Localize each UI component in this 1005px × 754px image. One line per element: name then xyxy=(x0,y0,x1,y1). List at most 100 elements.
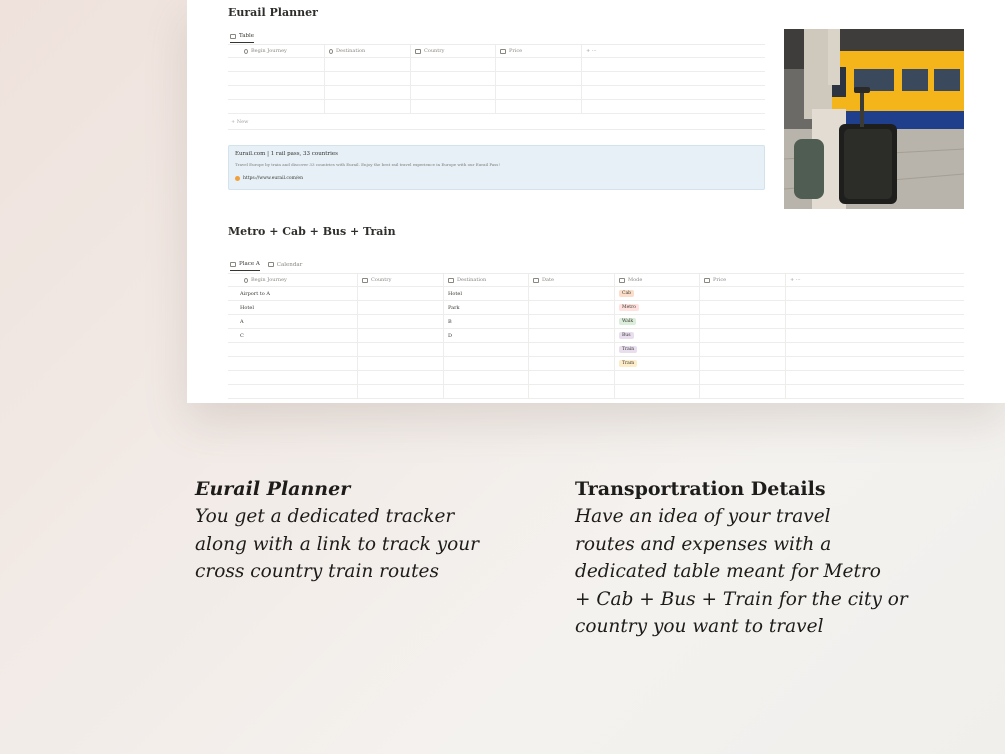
empty-cell[interactable] xyxy=(700,371,786,384)
empty-cell[interactable] xyxy=(615,385,700,398)
cell-mode[interactable]: Cab xyxy=(615,287,700,300)
table-row[interactable]: A B Walk xyxy=(228,315,964,329)
calendar-icon xyxy=(533,277,539,283)
cell-price[interactable] xyxy=(700,315,786,328)
tab-calendar[interactable]: Calendar xyxy=(267,261,303,271)
cell-price[interactable] xyxy=(700,343,786,356)
cell-text: D xyxy=(448,332,453,339)
cell-text: A xyxy=(240,318,244,325)
add-column-button[interactable]: + ··· xyxy=(786,274,964,286)
cell-destination[interactable] xyxy=(444,357,529,370)
cell-price[interactable] xyxy=(700,329,786,342)
cell-date[interactable] xyxy=(529,315,615,328)
cell-mode[interactable]: Tram xyxy=(615,357,700,370)
cell-destination[interactable] xyxy=(444,343,529,356)
table-row[interactable]: Airport to A Hotel Cab xyxy=(228,287,964,301)
table-row[interactable] xyxy=(228,58,765,72)
cell-country[interactable] xyxy=(358,357,444,370)
empty-cell[interactable] xyxy=(786,287,964,300)
cell-begin[interactable]: C xyxy=(228,329,358,342)
empty-cell[interactable] xyxy=(700,385,786,398)
cell-date[interactable] xyxy=(529,287,615,300)
bookmark-card[interactable]: Eurail.com | 1 rail pass, 33 countries T… xyxy=(228,145,765,190)
caption-transport: Transportration Details Have an idea of … xyxy=(575,476,975,641)
cell-mode[interactable]: Walk xyxy=(615,315,700,328)
empty-cell[interactable] xyxy=(529,371,615,384)
eurail-table: Begin Journey Destination Country Price … xyxy=(228,45,765,114)
cell-destination[interactable]: D xyxy=(444,329,529,342)
cell-date[interactable] xyxy=(529,329,615,342)
cell-date[interactable] xyxy=(529,357,615,370)
cell-date[interactable] xyxy=(529,301,615,314)
table-row[interactable] xyxy=(228,72,765,86)
cell-begin[interactable] xyxy=(228,343,358,356)
column-header-destination[interactable]: Destination xyxy=(325,45,411,57)
cell-begin[interactable]: Airport to A xyxy=(228,287,358,300)
cell-begin[interactable] xyxy=(228,357,358,370)
column-header-begin[interactable]: Begin Journey xyxy=(228,45,325,57)
cell-price[interactable] xyxy=(700,357,786,370)
empty-cell[interactable] xyxy=(228,385,358,398)
cell-mode[interactable]: Bus xyxy=(615,329,700,342)
caption-line: dedicated table meant for Metro xyxy=(575,561,881,582)
column-header-date[interactable]: Date xyxy=(529,274,615,286)
cell-begin[interactable]: A xyxy=(228,315,358,328)
empty-cell[interactable] xyxy=(358,385,444,398)
table-icon xyxy=(230,261,236,267)
tab-place-a[interactable]: Place A xyxy=(230,261,260,271)
cell-text: B xyxy=(448,318,452,325)
cell-begin[interactable]: Hotel xyxy=(228,301,358,314)
transport-table: Begin Journey Country Destination Date M… xyxy=(228,274,964,399)
cell-price[interactable] xyxy=(700,301,786,314)
cell-mode[interactable]: Metro xyxy=(615,301,700,314)
empty-cell[interactable] xyxy=(615,371,700,384)
train-photo-illustration xyxy=(784,29,964,209)
empty-cell[interactable] xyxy=(358,371,444,384)
column-header-country[interactable]: Country xyxy=(358,274,444,286)
table-row[interactable] xyxy=(228,86,765,100)
cell-country[interactable] xyxy=(358,301,444,314)
empty-cell[interactable] xyxy=(786,301,964,314)
table-row[interactable]: Hotel Park Metro xyxy=(228,301,964,315)
cell-country[interactable] xyxy=(358,329,444,342)
table-row[interactable]: C D Bus xyxy=(228,329,964,343)
add-column-button[interactable]: + ··· xyxy=(582,45,765,57)
empty-cell[interactable] xyxy=(786,315,964,328)
view-tabs-transport: Place A Calendar xyxy=(230,261,302,271)
cell-country[interactable] xyxy=(358,315,444,328)
table-row[interactable]: Train xyxy=(228,343,964,357)
money-icon xyxy=(704,277,710,283)
cell-country[interactable] xyxy=(358,343,444,356)
cell-price[interactable] xyxy=(700,287,786,300)
column-header-price[interactable]: Price xyxy=(496,45,582,57)
empty-cell[interactable] xyxy=(786,385,964,398)
empty-cell[interactable] xyxy=(786,329,964,342)
column-header-destination[interactable]: Destination xyxy=(444,274,529,286)
empty-cell[interactable] xyxy=(444,371,529,384)
caption-line: Have an idea of your travel xyxy=(575,506,831,527)
cell-destination[interactable]: B xyxy=(444,315,529,328)
table-row[interactable]: Tram xyxy=(228,357,964,371)
cell-mode[interactable]: Train xyxy=(615,343,700,356)
cell-destination[interactable]: Park xyxy=(444,301,529,314)
empty-cell[interactable] xyxy=(228,371,358,384)
column-header-begin[interactable]: Begin Journey xyxy=(228,274,358,286)
cell-date[interactable] xyxy=(529,343,615,356)
tab-table[interactable]: Table xyxy=(230,33,255,43)
empty-cell[interactable] xyxy=(444,385,529,398)
column-header-country[interactable]: Country xyxy=(411,45,496,57)
empty-cell[interactable] xyxy=(529,385,615,398)
cell-country[interactable] xyxy=(358,287,444,300)
new-row-button[interactable]: + New xyxy=(231,119,248,125)
empty-cell[interactable] xyxy=(786,357,964,370)
table-row[interactable] xyxy=(228,100,765,114)
tab-label: Calendar xyxy=(276,261,303,268)
empty-cell[interactable] xyxy=(786,343,964,356)
empty-cell[interactable] xyxy=(786,371,964,384)
cell-destination[interactable]: Hotel xyxy=(444,287,529,300)
column-header-mode[interactable]: Mode xyxy=(615,274,700,286)
bookmark-url[interactable]: https://www.eurail.com/en xyxy=(243,176,303,181)
column-header-price[interactable]: Price xyxy=(700,274,786,286)
table-row[interactable] xyxy=(228,371,964,385)
table-row[interactable] xyxy=(228,385,964,399)
